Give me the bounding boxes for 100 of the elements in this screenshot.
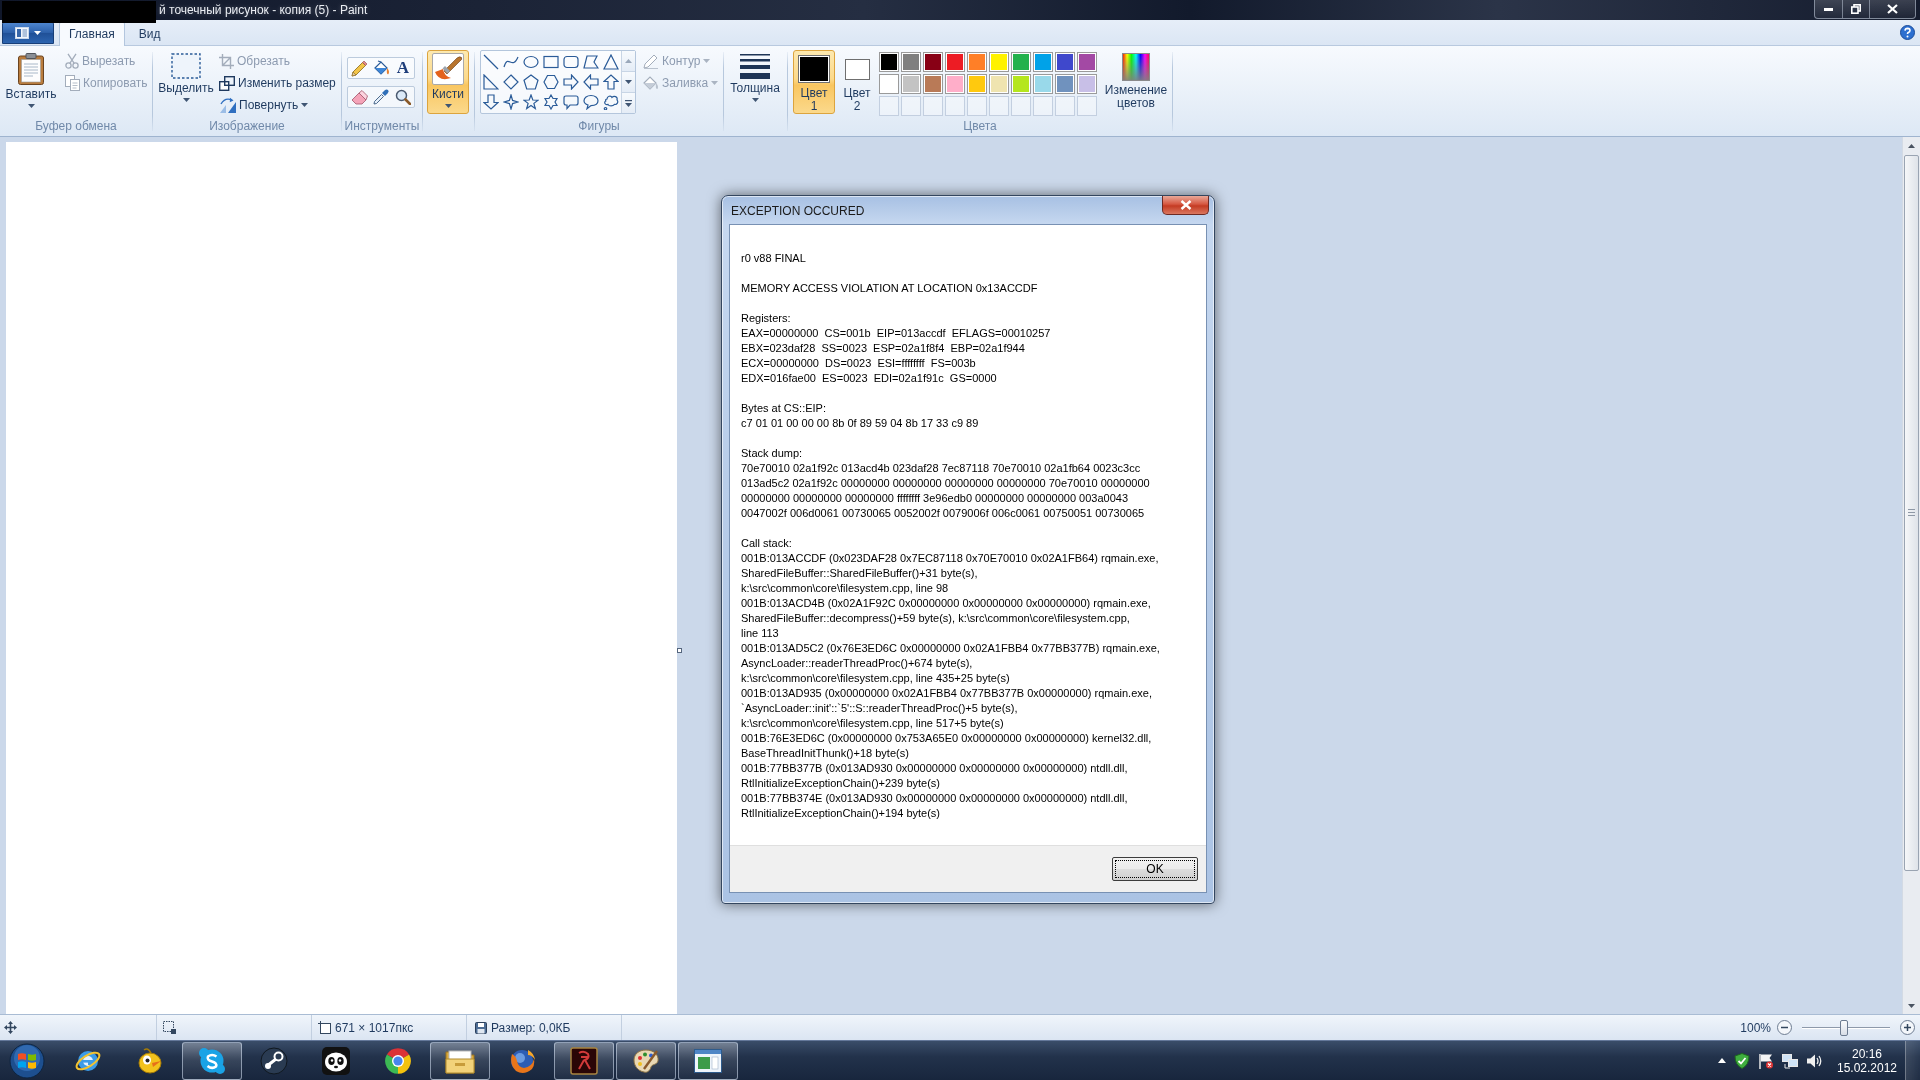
taskbar-button[interactable] (554, 1041, 614, 1080)
six-point-star-icon[interactable] (543, 94, 559, 110)
slider-thumb[interactable] (1840, 1019, 1849, 1036)
color-swatch[interactable] (1077, 74, 1097, 94)
color-slot-button[interactable]: Цвет 1 (793, 50, 835, 114)
rotate-button[interactable]: Повернуть (217, 94, 338, 116)
text-tool-button[interactable]: A (392, 58, 414, 78)
curve-icon[interactable] (503, 54, 519, 70)
empty-color-slot (967, 96, 987, 116)
pencil-icon[interactable] (350, 59, 368, 77)
color-swatch[interactable] (1055, 74, 1075, 94)
color-swatch[interactable] (989, 52, 1009, 72)
zoom-in-icon[interactable] (1900, 1020, 1915, 1035)
line-icon[interactable] (483, 54, 499, 70)
ribbon-tab[interactable]: Вид (128, 21, 171, 46)
color-swatch[interactable] (901, 52, 921, 72)
group-label: Фигуры (578, 119, 620, 135)
color-swatch[interactable] (1033, 52, 1053, 72)
size-button[interactable]: Толщина (727, 50, 783, 114)
close-button[interactable] (1162, 196, 1209, 215)
left-arrow-icon[interactable] (583, 74, 599, 90)
paste-button[interactable]: Вставить (4, 50, 58, 114)
select-button[interactable]: Выделить (158, 50, 214, 114)
color-swatch[interactable] (879, 52, 899, 72)
zoom-level-text: 100% (1740, 1020, 1771, 1035)
color-swatch[interactable] (967, 52, 987, 72)
taskbar-button[interactable] (430, 1041, 490, 1080)
gallery-down-button[interactable] (622, 72, 635, 93)
right-triangle-icon[interactable] (483, 74, 499, 90)
color-swatch[interactable] (923, 52, 943, 72)
scroll-down-icon[interactable] (1908, 1003, 1915, 1008)
triangle-icon[interactable] (603, 54, 619, 70)
color-swatch[interactable] (1011, 52, 1031, 72)
pencil-outline-icon (643, 53, 659, 69)
color-swatch[interactable] (1077, 52, 1097, 72)
color-swatch[interactable] (1055, 52, 1075, 72)
color-swatch[interactable] (923, 74, 943, 94)
flag-icon[interactable] (1758, 1052, 1774, 1069)
start-orb-icon[interactable] (9, 1042, 45, 1079)
scroll-up-icon[interactable] (1908, 143, 1915, 148)
emblem-icon (570, 1046, 598, 1075)
speech-bubble-icon[interactable] (563, 94, 579, 110)
taskbar-button[interactable] (616, 1041, 676, 1080)
magnifier-icon[interactable] (395, 89, 411, 105)
color-swatch[interactable] (989, 74, 1009, 94)
oval-callout-icon[interactable] (583, 94, 599, 110)
scrollbar-thumb[interactable] (1904, 155, 1919, 871)
show-desktop-button[interactable] (1905, 1040, 1920, 1080)
down-arrow-icon[interactable] (483, 94, 499, 110)
up-arrow-icon[interactable] (603, 74, 619, 90)
message-text: MEMORY ACCESS VIOLATION AT LOCATION 0x13ACCDF (741, 281, 1038, 296)
message-text: k:\src\common\core\filesystem.cpp, line 98 (741, 581, 949, 596)
resize-icon (219, 75, 235, 91)
edit-colors-button[interactable]: Изменение цветов (1102, 50, 1170, 114)
polygon-icon[interactable] (583, 54, 599, 70)
ribbon-tab[interactable]: Главная (59, 21, 125, 46)
taskbar-button[interactable] (182, 1041, 242, 1080)
message-text: k:\src\common\core\filesystem.cpp, line 435+25 byte(s) (741, 671, 1010, 686)
eraser-icon[interactable] (350, 89, 368, 105)
group-label: Изображение (209, 119, 285, 135)
rectangle-icon[interactable] (543, 54, 559, 70)
color-swatch[interactable] (879, 74, 899, 94)
rounded-rectangle-icon[interactable] (563, 54, 579, 70)
ok-button[interactable]: OK (1112, 857, 1198, 881)
restore-button[interactable] (1842, 0, 1869, 18)
dropper-icon[interactable] (373, 89, 389, 105)
color-swatch[interactable] (945, 74, 965, 94)
caret-up-icon[interactable] (1718, 1058, 1726, 1063)
four-point-star-icon[interactable] (503, 94, 519, 110)
oval-icon[interactable] (523, 54, 539, 70)
color-slot-button[interactable]: Цвет 2 (840, 50, 874, 114)
app-menu-button[interactable] (2, 21, 54, 44)
diamond-icon[interactable] (503, 74, 519, 90)
brushes-button[interactable]: Кисти (427, 50, 469, 114)
help-icon[interactable] (1900, 25, 1915, 40)
minimize-button[interactable] (1815, 0, 1842, 18)
shield-icon[interactable] (1734, 1052, 1750, 1069)
color-swatch[interactable] (967, 74, 987, 94)
right-arrow-icon[interactable] (563, 74, 579, 90)
taskbar-button[interactable] (678, 1041, 738, 1080)
color-swatch[interactable] (1011, 74, 1031, 94)
bird-icon (136, 1046, 164, 1075)
hexagon-icon[interactable] (543, 74, 559, 90)
pentagon-icon[interactable] (523, 74, 539, 90)
clock[interactable]: 20:16 15.02.2012 (1834, 1041, 1900, 1080)
speaker-icon[interactable] (1806, 1052, 1822, 1069)
message-text: 001B:013AD935 (0x00000000 0x02A1FBB4 0x77BB377B 0x00000000) rqmain.exe, (741, 686, 1152, 701)
network-icon[interactable] (1782, 1052, 1798, 1069)
resize-button[interactable]: Изменить размер (217, 72, 338, 94)
message-text: 001B:77BB377B (0x013AD930 0x00000000 0x00000000 0x00000000) ntdll.dll, (741, 761, 1128, 776)
paint-bucket-icon[interactable] (372, 59, 390, 77)
color-swatch[interactable] (901, 74, 921, 94)
caret-icon (444, 104, 452, 108)
star-icon[interactable] (523, 94, 539, 110)
resize-handle[interactable] (677, 648, 682, 653)
message-text: 001B:76E3ED6C (0x00000000 0x753A65E0 0x00000000 0x00000000) kernel32.dll, (741, 731, 1152, 746)
color-swatch[interactable] (1033, 74, 1053, 94)
color-swatch[interactable] (945, 52, 965, 72)
zoom-out-icon[interactable] (1777, 1020, 1792, 1035)
cloud-callout-icon[interactable] (603, 94, 619, 110)
